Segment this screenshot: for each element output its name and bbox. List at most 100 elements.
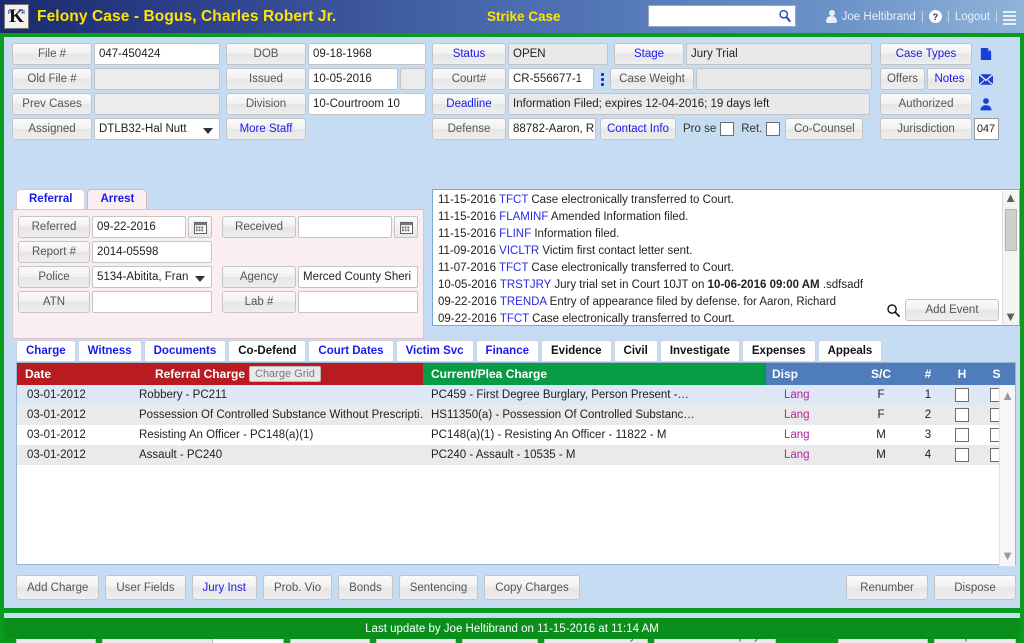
case-weight-value[interactable] bbox=[696, 68, 872, 90]
prob-vio-button[interactable]: Prob. Vio bbox=[263, 575, 332, 600]
cell-disp[interactable]: Lang bbox=[766, 445, 852, 465]
event-log-entry[interactable]: 11-07-2016 TFCT Case electronically tran… bbox=[438, 260, 1017, 277]
dob-value[interactable]: 09-18-1968 bbox=[308, 43, 426, 65]
atn-value[interactable] bbox=[92, 291, 212, 313]
table-row[interactable]: 03-01-2012Assault - PC240PC240 - Assault… bbox=[17, 445, 1015, 465]
table-row[interactable]: 03-01-2012Resisting An Officer - PC148(a… bbox=[17, 425, 1015, 445]
tab-appeals[interactable]: Appeals bbox=[818, 340, 883, 361]
tab-evidence[interactable]: Evidence bbox=[541, 340, 612, 361]
event-search-icon[interactable] bbox=[886, 303, 901, 318]
more-staff-button[interactable]: More Staff bbox=[226, 118, 306, 140]
event-log-entry[interactable]: 11-09-2016 VICLTR Victim first contact l… bbox=[438, 243, 1017, 260]
chevron-down-icon[interactable] bbox=[195, 276, 205, 282]
event-log-scrollbar[interactable]: ▲ ▼ bbox=[1002, 191, 1018, 326]
tab-civil[interactable]: Civil bbox=[614, 340, 658, 361]
tab-co-defend[interactable]: Co-Defend bbox=[228, 340, 306, 361]
status-label[interactable]: Status bbox=[432, 43, 506, 65]
table-row[interactable]: 03-01-2012Robbery - PC211PC459 - First D… bbox=[17, 385, 1015, 405]
sentencing-button[interactable]: Sentencing bbox=[399, 575, 479, 600]
received-value[interactable] bbox=[298, 216, 392, 238]
copy-charges-button[interactable]: Copy Charges bbox=[484, 575, 580, 600]
jury-inst-button[interactable]: Jury Inst bbox=[192, 575, 257, 600]
tab-documents[interactable]: Documents bbox=[144, 340, 227, 361]
deadline-label[interactable]: Deadline bbox=[432, 93, 506, 115]
event-log-entry[interactable]: 11-15-2016 TFCT Case electronically tran… bbox=[438, 192, 1017, 209]
stage-label[interactable]: Stage bbox=[614, 43, 684, 65]
search-input[interactable] bbox=[649, 6, 775, 26]
charge-grid-scrollbar[interactable]: ▲ ▼ bbox=[999, 385, 1015, 566]
pro-se-checkbox[interactable] bbox=[720, 122, 734, 136]
tab-finance[interactable]: Finance bbox=[476, 340, 539, 361]
add-charge-button[interactable]: Add Charge bbox=[16, 575, 99, 600]
tab-referral[interactable]: Referral bbox=[16, 189, 85, 209]
co-counsel-button[interactable]: Co-Counsel bbox=[785, 118, 863, 140]
assigned-dropdown[interactable]: DTLB32-Hal Nutt bbox=[94, 118, 220, 140]
cell-disp[interactable]: Lang bbox=[766, 385, 852, 405]
event-code[interactable]: TRSTJRY bbox=[500, 279, 551, 291]
h-checkbox[interactable] bbox=[955, 428, 969, 442]
jurisdiction-number[interactable]: 047 bbox=[974, 118, 999, 140]
person-icon[interactable] bbox=[980, 93, 992, 115]
document-icon[interactable] bbox=[980, 43, 992, 65]
tab-expenses[interactable]: Expenses bbox=[742, 340, 816, 361]
event-code[interactable]: TFCT bbox=[499, 194, 528, 206]
referred-value[interactable]: 09-22-2016 bbox=[92, 216, 186, 238]
scroll-down-icon[interactable]: ▼ bbox=[1004, 310, 1017, 326]
grid-scroll-down-icon[interactable]: ▼ bbox=[1001, 548, 1014, 563]
event-code[interactable]: TFCT bbox=[499, 262, 528, 274]
event-code[interactable]: FLINF bbox=[499, 228, 531, 240]
event-log-entry[interactable]: 10-05-2016 TRSTJRY Jury trial set in Cou… bbox=[438, 277, 1017, 294]
cell-disp[interactable]: Lang bbox=[766, 405, 852, 425]
scroll-up-icon[interactable]: ▲ bbox=[1004, 191, 1017, 207]
old-file-value[interactable] bbox=[94, 68, 220, 90]
contact-info-button[interactable]: Contact Info bbox=[600, 118, 676, 140]
stage-value[interactable]: Jury Trial bbox=[686, 43, 872, 65]
tab-court-dates[interactable]: Court Dates bbox=[308, 340, 393, 361]
event-log[interactable]: 11-15-2016 TFCT Case electronically tran… bbox=[432, 189, 1020, 326]
help-icon[interactable]: ? bbox=[929, 10, 942, 23]
prev-cases-value[interactable] bbox=[94, 93, 220, 115]
tab-charge[interactable]: Charge bbox=[16, 340, 76, 361]
user-fields-button[interactable]: User Fields bbox=[105, 575, 185, 600]
table-row[interactable]: 03-01-2012Possession Of Controlled Subst… bbox=[17, 405, 1015, 425]
referred-calendar-icon[interactable] bbox=[188, 216, 212, 238]
status-value[interactable]: OPEN bbox=[508, 43, 608, 65]
tab-victim-svc[interactable]: Victim Svc bbox=[396, 340, 474, 361]
issued-value[interactable]: 10-05-2016 bbox=[308, 68, 398, 90]
cell-disp[interactable]: Lang bbox=[766, 425, 852, 445]
menu-hamburger-icon[interactable] bbox=[1003, 11, 1016, 23]
received-calendar-icon[interactable] bbox=[394, 216, 418, 238]
ret-checkbox[interactable] bbox=[766, 122, 780, 136]
defense-value[interactable]: 88782-Aaron, Ric bbox=[508, 118, 596, 140]
offers-button[interactable]: Offers bbox=[880, 68, 925, 90]
court-no-value[interactable]: CR-556677-1 bbox=[508, 68, 594, 90]
event-log-entry[interactable]: 11-15-2016 FLINF Information filed. bbox=[438, 226, 1017, 243]
h-checkbox[interactable] bbox=[955, 448, 969, 462]
grid-scroll-up-icon[interactable]: ▲ bbox=[1001, 388, 1014, 403]
event-code[interactable]: FLAMINF bbox=[499, 211, 548, 223]
event-log-entry[interactable]: 11-15-2016 FLAMINF Amended Information f… bbox=[438, 209, 1017, 226]
event-code[interactable]: TRENDA bbox=[500, 296, 547, 308]
report-value[interactable]: 2014-05598 bbox=[92, 241, 212, 263]
police-dropdown[interactable]: 5134-Abitita, Fran bbox=[92, 266, 212, 288]
tab-arrest[interactable]: Arrest bbox=[87, 189, 147, 209]
tab-witness[interactable]: Witness bbox=[78, 340, 142, 361]
dispose-button[interactable]: Dispose bbox=[934, 575, 1016, 600]
h-checkbox[interactable] bbox=[955, 408, 969, 422]
event-code[interactable]: VICLTR bbox=[499, 245, 539, 257]
jurisdiction-button[interactable]: Jurisdiction bbox=[880, 118, 972, 140]
chevron-down-icon[interactable] bbox=[203, 128, 213, 134]
charge-grid-button[interactable]: Charge Grid bbox=[249, 366, 321, 382]
file-no-value[interactable]: 047-450424 bbox=[94, 43, 220, 65]
add-event-button[interactable]: Add Event bbox=[905, 299, 999, 321]
lab-value[interactable] bbox=[298, 291, 418, 313]
bonds-button[interactable]: Bonds bbox=[338, 575, 393, 600]
tab-investigate[interactable]: Investigate bbox=[660, 340, 740, 361]
search-icon[interactable] bbox=[778, 9, 792, 23]
case-types-button[interactable]: Case Types bbox=[880, 43, 972, 65]
agency-dropdown[interactable]: Merced County Sheri bbox=[298, 266, 418, 288]
authorized-button[interactable]: Authorized bbox=[880, 93, 972, 115]
renumber-button[interactable]: Renumber bbox=[846, 575, 928, 600]
issued-extra[interactable] bbox=[400, 68, 426, 90]
scroll-thumb[interactable] bbox=[1005, 209, 1017, 251]
